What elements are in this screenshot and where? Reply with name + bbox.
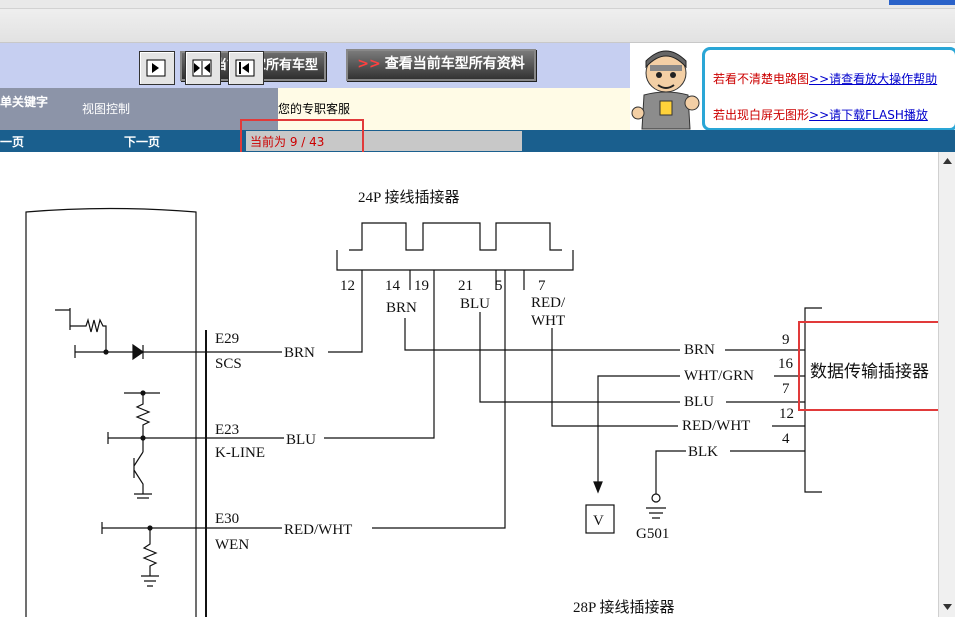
ecu-name-scs: SCS [215, 356, 242, 372]
arrow-left-bar-icon [235, 59, 255, 77]
dlc-pin-12: 12 [779, 406, 794, 422]
wire-label-wht-top: WHT [531, 313, 565, 329]
arrow-down-icon [593, 481, 603, 494]
dlc-wire-blu: BLU [684, 394, 714, 410]
wire-label-brn-top: BRN [386, 300, 417, 316]
ground-icon [646, 507, 666, 519]
dlc-wire-redwht: RED/WHT [682, 418, 750, 434]
view-control-bar: 单关键字 视图控制 [0, 88, 278, 130]
ecu-pin-e23: E23 [215, 422, 239, 438]
diagram-viewport: 24P 接线插接器 12 14 19 21 5 7 BRN BLU RED/ W… [0, 152, 938, 617]
help-panel: 若看不清楚电路图>>请查看放大操作帮助 若出现白屏无图形>>请下载FLASH播放 [630, 43, 955, 131]
zoom-help-link[interactable]: >>请查看放大操作帮助 [809, 72, 937, 86]
browser-toolbar [0, 0, 955, 43]
fit-left-button[interactable] [228, 51, 264, 85]
help-box: 若看不清楚电路图>>请查看放大操作帮助 若出现白屏无图形>>请下载FLASH播放 [702, 47, 955, 131]
header-button-row: 查看当前厂家所有车型 >>查看当前车型所有资料 [0, 43, 630, 88]
help-flash-text: 若出现白屏无图形 [713, 108, 810, 122]
all-docs-label: 查看当前车型所有资料 [384, 56, 525, 72]
help-line-flash: 若出现白屏无图形>>请下载FLASH播放 [713, 106, 928, 123]
junction-dot [103, 349, 109, 355]
wire-brn-to-dlc [404, 318, 805, 351]
pin24-12: 12 [340, 278, 355, 294]
flash-download-link[interactable]: >>请下载FLASH播放 [809, 108, 928, 122]
ecu-pin-e29: E29 [215, 331, 239, 347]
page-status-highlight [240, 119, 364, 155]
connector24-shape [336, 222, 574, 271]
pin24-21: 21 [458, 278, 473, 294]
strip-accent [889, 0, 955, 5]
resistor-1 [55, 308, 107, 352]
ecu-pin-e30: E30 [215, 511, 239, 527]
data-connector-label: 数据传输插接器 [810, 362, 929, 381]
vertical-scrollbar[interactable] [938, 152, 955, 617]
wire-label-red-top: RED/ [531, 295, 566, 311]
dlc-wire-whtgrn: WHT/GRN [684, 368, 754, 384]
voltmeter-label: V [593, 513, 604, 529]
resistor-3-ground [141, 528, 159, 587]
pins24-labels: 12 14 19 21 5 7 BRN BLU RED/ WHT [340, 278, 566, 329]
next-page-link[interactable]: 下一页 [124, 133, 160, 150]
pin24-19: 19 [414, 278, 429, 294]
wiring-diagram[interactable]: 24P 接线插接器 12 14 19 21 5 7 BRN BLU RED/ W… [0, 152, 938, 617]
double-arrow-icon: >> [357, 56, 381, 72]
ecu-wire-brn: BRN [284, 345, 315, 361]
dlc-pin-16: 16 [778, 356, 794, 372]
fit-right-button[interactable] [139, 51, 175, 85]
view-control-label: 视图控制 [82, 102, 131, 116]
wire-label-blu-top: BLU [460, 296, 490, 312]
browser-strip [0, 0, 955, 9]
pin24-7: 7 [538, 278, 546, 294]
dlc-pin-7: 7 [782, 381, 790, 397]
arrows-inward-icon [192, 59, 212, 77]
page-nav-bar: 一页 下一页 当前为 9 / 43 [0, 130, 955, 152]
wire-redwht-to-dlc [551, 328, 805, 427]
help-zoom-text: 若看不清楚电路图 [713, 72, 810, 86]
wen-internal-wire [101, 522, 206, 534]
transistor-icon [107, 432, 152, 499]
scroll-up-icon[interactable] [942, 156, 953, 166]
prev-page-link[interactable]: 一页 [0, 133, 24, 150]
fit-both-button[interactable] [185, 51, 221, 85]
dlc-pin-4: 4 [782, 431, 790, 447]
junction-dot-2 [140, 390, 146, 396]
ecu-name-wen: WEN [215, 537, 249, 553]
dlc-pin-9: 9 [782, 332, 790, 348]
scroll-down-icon[interactable] [942, 602, 953, 612]
connector28-title: 28P 接线插接器 [573, 599, 675, 616]
dlc-bracket [804, 307, 822, 493]
all-docs-button[interactable]: >> 查看当前车型所有资料 [346, 49, 536, 81]
ground-label: G501 [636, 526, 669, 542]
pin24-5: 5 [495, 278, 503, 294]
ground-terminal [651, 493, 661, 503]
dlc-labels: BRN 9 WHT/GRN 16 BLU 7 RED/WHT 12 BLK 4 [682, 332, 794, 460]
ecu-pin-labels: E29 SCS BRN E23 K-LINE BLU E30 WEN RED/W… [215, 331, 352, 553]
diode-icon [132, 343, 145, 361]
dlc-wire-blk: BLK [688, 444, 718, 460]
wire-blu-to-dlc [479, 312, 805, 403]
connector24-title: 24P 接线插接器 [358, 189, 460, 206]
help-line-zoom: 若看不清楚电路图>>请查看放大操作帮助 [713, 70, 937, 87]
dlc-wire-brn: BRN [684, 342, 715, 358]
mechanic-mascot-icon [631, 50, 700, 130]
arrow-right-bar-icon [146, 59, 166, 77]
resistor-2 [124, 392, 160, 438]
wire-kline-blu [206, 270, 435, 439]
keyword-label: 单关键字 [0, 95, 49, 109]
wire-blk-ground [655, 450, 805, 494]
ecu-wire-blu: BLU [286, 432, 316, 448]
pin24-14: 14 [385, 278, 401, 294]
service-text: 您的专职客服 [278, 102, 351, 116]
ecu-name-kline: K-LINE [215, 445, 265, 461]
ecu-block [25, 207, 197, 617]
ecu-wire-redwht: RED/WHT [284, 522, 352, 538]
